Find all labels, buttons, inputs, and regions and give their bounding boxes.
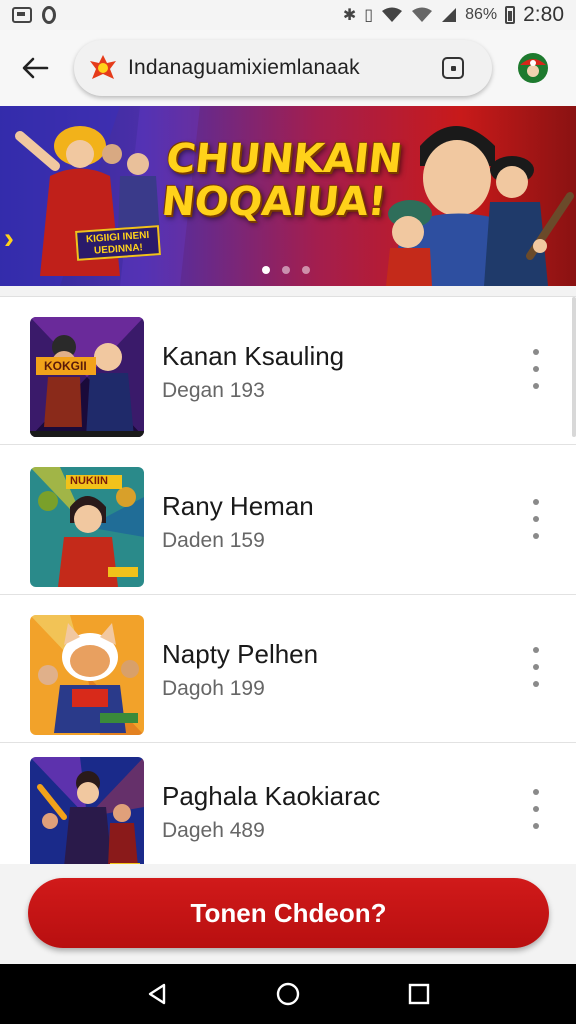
cta-area: Tonen Chdeon? — [0, 864, 576, 964]
game-title: Rany Heman — [162, 491, 314, 521]
kebab-menu-icon — [533, 499, 539, 505]
thumbnail-label: NUKIIN — [70, 475, 108, 487]
game-title: Napty Pelhen — [162, 639, 319, 669]
bluetooth-icon: ✱ — [342, 7, 357, 24]
more-options-button[interactable] — [526, 499, 546, 539]
clock: 2:80 — [523, 3, 564, 26]
list-item[interactable]: NUKIIN Rany Heman Daden 159 — [0, 447, 576, 595]
cell-signal-icon — [442, 8, 457, 22]
carousel-dot[interactable] — [282, 266, 290, 274]
game-list: KOKGII Kanan Ksauling Degan 193 NUKIIN R… — [0, 296, 576, 877]
kebab-menu-icon — [533, 681, 539, 687]
status-left — [12, 6, 56, 24]
banner-title: CHUNKAIN NOQAIUA! — [159, 136, 428, 226]
carousel-dot[interactable] — [262, 266, 270, 274]
game-subtitle: Degan 193 — [162, 379, 265, 402]
game-thumbnail[interactable]: NUKIIN — [30, 467, 144, 587]
game-thumbnail[interactable] — [30, 757, 144, 877]
banner-sign: KIGIIGI INENI UEDINNA! — [75, 225, 161, 261]
battery-percent: 86% — [465, 6, 498, 23]
kebab-menu-icon — [533, 823, 539, 829]
kebab-menu-icon — [533, 664, 539, 670]
url-text[interactable]: Indanaguamixiemlanaak — [128, 56, 428, 80]
more-options-button[interactable] — [526, 789, 546, 829]
status-right: ✱ ▯ 86% 2:80 — [343, 3, 564, 27]
kebab-menu-icon — [533, 366, 539, 372]
kebab-menu-icon — [533, 349, 539, 355]
game-thumbnail[interactable]: KOKGII — [30, 317, 144, 437]
kebab-menu-icon — [533, 806, 539, 812]
status-bar: ✱ ▯ 86% 2:80 — [0, 0, 576, 30]
banner-title-line2: NOQAIUA! — [159, 179, 388, 226]
kebab-menu-icon — [533, 789, 539, 795]
kebab-menu-icon — [533, 383, 539, 389]
circle-home-icon — [276, 982, 300, 1006]
back-button[interactable] — [18, 51, 52, 85]
list-item[interactable]: KOKGII Kanan Ksauling Degan 193 — [0, 297, 576, 445]
game-subtitle: Dagoh 199 — [162, 677, 265, 700]
browser-toolbar: Indanaguamixiemlanaak — [0, 30, 576, 106]
carousel-dot[interactable] — [302, 266, 310, 274]
thumbnail-label: KOKGII — [44, 359, 87, 373]
nav-home-button[interactable] — [268, 974, 308, 1014]
game-title: Paghala Kaokiarac — [162, 781, 381, 811]
kebab-menu-icon — [533, 516, 539, 522]
game-thumbnail[interactable] — [30, 615, 144, 735]
vibrate-icon: ▯ — [364, 7, 374, 24]
game-subtitle: Dageh 489 — [162, 819, 265, 842]
square-recents-icon — [408, 983, 429, 1005]
wifi-signal-icon — [412, 7, 433, 22]
banner-title-line1: CHUNKAIN — [163, 136, 404, 182]
profile-icon[interactable] — [516, 51, 550, 85]
game-title: Kanan Ksauling — [162, 341, 345, 371]
site-logo-icon — [88, 53, 118, 83]
nav-back-button[interactable] — [137, 974, 177, 1014]
system-nav-bar — [0, 964, 576, 1024]
address-bar[interactable]: Indanaguamixiemlanaak — [74, 40, 492, 96]
arrow-left-icon — [22, 57, 49, 79]
game-subtitle: Daden 159 — [162, 529, 265, 552]
list-item[interactable]: Napty Pelhen Dagoh 199 — [0, 595, 576, 743]
chevron-left-icon: › — [4, 222, 14, 255]
data-saver-icon — [42, 6, 56, 24]
wifi-icon — [382, 7, 403, 22]
battery-icon — [505, 6, 516, 24]
triangle-back-icon — [149, 983, 166, 1005]
list-item[interactable]: Paghala Kaokiarac Dageh 489 — [0, 737, 576, 885]
nav-recents-button[interactable] — [399, 974, 439, 1014]
more-options-button[interactable] — [526, 349, 546, 389]
notification-icon — [12, 7, 32, 23]
tab-switcher-icon[interactable] — [442, 57, 464, 79]
kebab-menu-icon — [533, 533, 539, 539]
screen: ✱ ▯ 86% 2:80 Indanaguamixiemlanaak › KIG… — [0, 0, 576, 1024]
promo-banner[interactable]: › KIGIIGI INENI UEDINNA! CHUNKAIN NOQAIU… — [0, 106, 576, 286]
more-options-button[interactable] — [526, 647, 546, 687]
kebab-menu-icon — [533, 647, 539, 653]
carousel-dots — [262, 266, 310, 274]
primary-cta-button[interactable]: Tonen Chdeon? — [28, 878, 549, 948]
